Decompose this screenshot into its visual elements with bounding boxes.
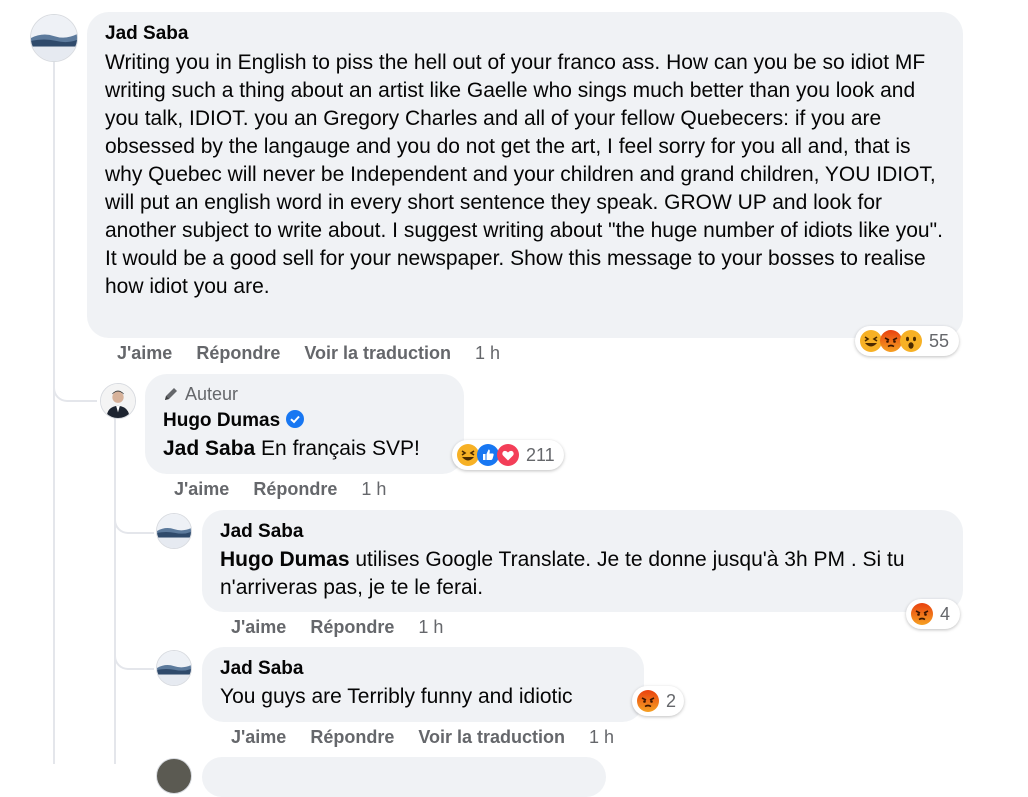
landscape-avatar-icon [31,15,77,61]
reaction-summary-2[interactable]: 211 [452,440,564,470]
author-badge: Auteur [163,383,446,405]
comment-bubble-3: Jad Saba Hugo Dumas utilises Google Tran… [202,510,963,612]
comment-bubble-5-partial [202,757,606,797]
landscape-avatar-icon [157,514,191,548]
comment-author[interactable]: Jad Saba [220,520,945,544]
landscape-avatar-icon [157,651,191,685]
comment-text: Hugo Dumas utilises Google Translate. Je… [220,546,945,602]
comment-actions-3: J'aime Répondre 1 h [231,617,467,638]
reaction-count: 4 [940,603,951,624]
see-translation-link[interactable]: Voir la traduction [418,727,565,748]
reaction-count: 211 [526,444,555,465]
like-link[interactable]: J'aime [117,343,172,364]
comment-author-name[interactable]: Hugo Dumas [163,410,280,431]
comment-actions-2: J'aime Répondre 1 h [174,479,410,500]
mention-link[interactable]: Hugo Dumas [220,548,350,571]
reaction-summary-1[interactable]: 55 [855,326,959,356]
comment-bubble-2: Auteur Hugo Dumas Jad Saba En français S… [145,374,464,474]
reply-link[interactable]: Répondre [196,343,280,364]
timestamp[interactable]: 1 h [475,343,500,364]
timestamp[interactable]: 1 h [361,479,386,500]
see-translation-link[interactable]: Voir la traduction [304,343,451,364]
comment-text-body: En français SVP! [255,437,420,460]
comment-text: Writing you in English to piss the hell … [105,51,943,298]
verified-badge-icon [286,410,305,428]
avatar-hugo-dumas[interactable] [100,383,136,419]
reaction-count: 2 [666,690,677,711]
thread-elbow-reply-3 [114,648,154,670]
reaction-summary-4[interactable]: 2 [632,686,684,716]
angry-reaction-icon [636,689,660,713]
pencil-icon [165,388,177,400]
thread-elbow-reply-2 [114,512,154,534]
like-link[interactable]: J'aime [174,479,229,500]
thread-elbow-reply-1 [53,380,97,402]
mention-link[interactable]: Jad Saba [163,437,255,460]
like-link[interactable]: J'aime [231,727,286,748]
wow-reaction-icon [899,329,923,353]
comment-actions-4: J'aime Répondre Voir la traduction 1 h [231,727,638,748]
timestamp[interactable]: 1 h [418,617,443,638]
angry-reaction-icon [910,602,934,626]
reply-link[interactable]: Répondre [310,617,394,638]
comment-author[interactable]: Hugo Dumas [163,409,446,433]
comment-bubble-4: Jad Saba You guys are Terribly funny and… [202,647,644,722]
comment-text: Jad Saba En français SVP! [163,435,446,463]
comment-text: You guys are Terribly funny and idiotic [220,685,573,708]
comment-author[interactable]: Jad Saba [105,22,945,46]
comment-bubble-1: Jad Saba Writing you in English to piss … [87,12,963,338]
person-avatar-icon [101,384,135,418]
timestamp[interactable]: 1 h [589,727,614,748]
avatar-jad-saba[interactable] [30,14,78,62]
thread-line-nested [114,416,116,764]
comment-author[interactable]: Jad Saba [220,657,626,681]
comment-actions-1: J'aime Répondre Voir la traduction 1 h [117,343,524,364]
author-badge-label: Auteur [185,384,239,404]
thread-line-main [53,62,55,764]
reaction-count: 55 [929,330,950,351]
reply-link[interactable]: Répondre [253,479,337,500]
reply-link[interactable]: Répondre [310,727,394,748]
avatar-jad-saba[interactable] [156,513,192,549]
avatar-next-reply[interactable] [156,758,192,794]
love-reaction-icon [496,443,520,467]
like-link[interactable]: J'aime [231,617,286,638]
reaction-summary-3[interactable]: 4 [906,599,960,629]
avatar-jad-saba[interactable] [156,650,192,686]
